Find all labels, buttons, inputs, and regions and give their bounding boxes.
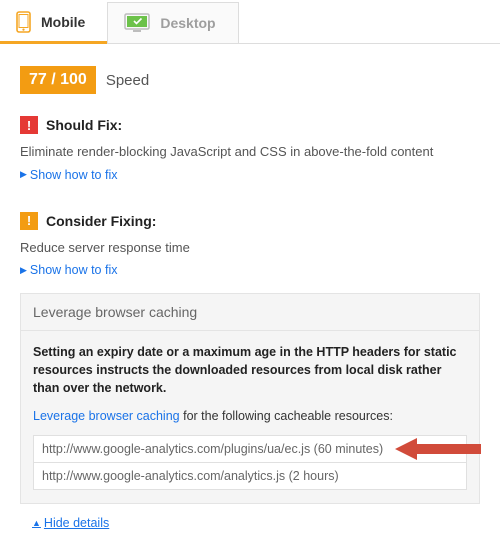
leverage-caching-link[interactable]: Leverage browser caching: [33, 409, 180, 423]
triangle-right-icon: ▶: [20, 265, 27, 276]
desktop-icon: [124, 13, 150, 33]
device-tabs: Mobile Desktop: [0, 0, 500, 44]
expanded-title: Leverage browser caching: [21, 294, 479, 330]
score-row: 77 / 100 Speed: [20, 66, 480, 94]
mobile-icon: [16, 11, 31, 33]
consider-fixing-heading: ! Consider Fixing:: [20, 212, 480, 230]
hide-details-link[interactable]: ▲ Hide details: [32, 516, 109, 530]
should-fix-heading: ! Should Fix:: [20, 116, 480, 134]
warning-icon: !: [20, 212, 38, 230]
alert-icon: !: [20, 116, 38, 134]
tab-desktop[interactable]: Desktop: [107, 2, 238, 43]
should-fix-label: Should Fix:: [46, 117, 122, 133]
consider-fixing-label: Consider Fixing:: [46, 213, 156, 229]
resource-row: http://www.google-analytics.com/analytic…: [33, 462, 467, 490]
expanded-desc: Setting an expiry date or a maximum age …: [33, 343, 467, 397]
speed-content: 77 / 100 Speed ! Should Fix: Eliminate r…: [0, 44, 500, 540]
expanded-sub-text: for the following cacheable resources:: [180, 409, 393, 423]
show-how-to-fix-link[interactable]: ▶ Show how to fix: [20, 168, 117, 182]
score-label: Speed: [106, 72, 149, 89]
show-link-label: Show how to fix: [30, 168, 118, 182]
hide-details-label: Hide details: [44, 516, 109, 530]
tab-desktop-label: Desktop: [160, 15, 215, 31]
leverage-caching-block: Leverage browser caching Setting an expi…: [20, 293, 480, 504]
show-how-to-fix-link-2[interactable]: ▶ Show how to fix: [20, 263, 117, 277]
resource-row: http://www.google-analytics.com/plugins/…: [33, 435, 467, 463]
show-link-label-2: Show how to fix: [30, 263, 118, 277]
triangle-up-icon: ▲: [32, 518, 41, 528]
score-badge: 77 / 100: [20, 66, 96, 94]
triangle-right-icon: ▶: [20, 169, 27, 180]
consider-fixing-rule: Reduce server response time: [20, 240, 480, 255]
resource-list: http://www.google-analytics.com/plugins/…: [33, 435, 467, 490]
expanded-sub: Leverage browser caching for the followi…: [33, 409, 467, 423]
expanded-body: Setting an expiry date or a maximum age …: [21, 330, 479, 503]
tab-mobile-label: Mobile: [41, 14, 85, 30]
should-fix-rule: Eliminate render-blocking JavaScript and…: [20, 144, 480, 159]
tab-mobile[interactable]: Mobile: [0, 1, 107, 44]
